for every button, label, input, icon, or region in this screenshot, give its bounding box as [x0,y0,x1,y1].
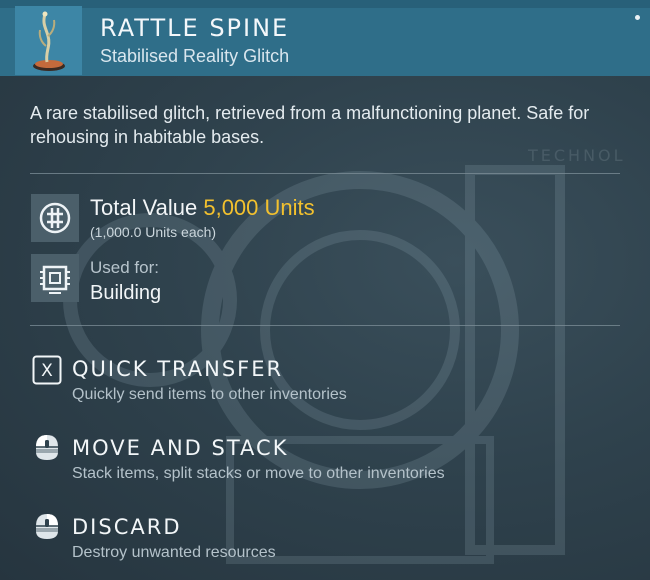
building-module-icon [31,254,79,302]
notification-dot [635,15,640,20]
item-thumbnail [15,6,82,75]
mouse-left-click-icon [36,435,58,460]
discard-title: DISCARD [72,515,182,539]
total-value-label: Total Value 5,000 Units [90,195,315,221]
item-header: RATTLE SPINE Stabilised Reality Glitch [0,0,650,76]
move-and-stack-description: Stack items, split stacks or move to oth… [72,465,445,482]
units-currency-icon [31,194,79,242]
move-and-stack-title: MOVE AND STACK [72,436,289,460]
quick-transfer-title: QUICK TRANSFER [72,357,284,381]
divider [30,325,620,326]
x-key-icon: X [32,355,62,385]
used-for-value: Building [90,282,162,304]
divider [30,173,620,174]
item-subtitle: Stabilised Reality Glitch [100,46,290,66]
rattle-spine-icon [33,11,65,71]
used-for-label: Used for: [90,258,159,277]
item-title: RATTLE SPINE [100,14,290,42]
total-value-text: Total Value [90,195,198,220]
quick-transfer-description: Quickly send items to other inventories [72,386,347,403]
item-description: A rare stabilised glitch, retrieved from… [30,103,590,147]
x-key-label: X [41,361,53,381]
item-tooltip-panel: TECHNOL RATTLE SPINE Stabilised Reality … [0,0,650,580]
mouse-right-click-icon [36,514,58,539]
header-top-strip [0,0,650,8]
value-each-text: (1,000.0 Units each) [90,224,217,240]
discard-description: Destroy unwanted resources [72,544,276,561]
total-value-amount: 5,000 Units [203,195,315,220]
